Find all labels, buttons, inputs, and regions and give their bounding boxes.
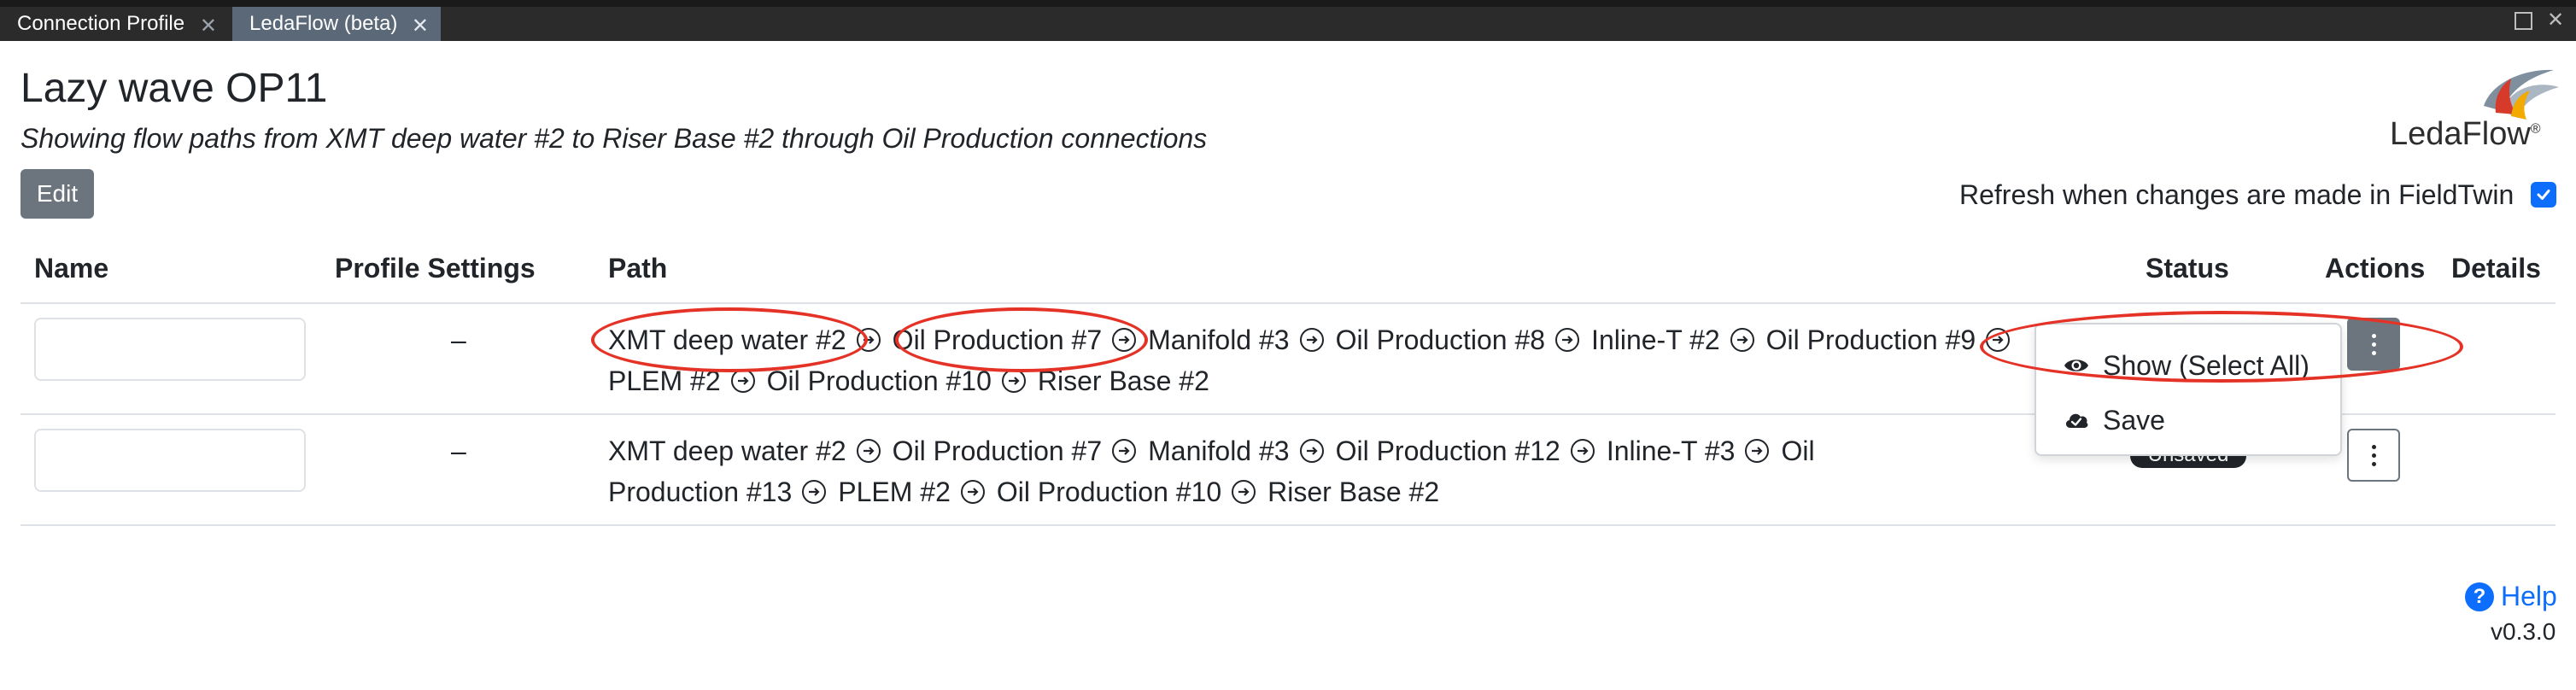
path-node: Oil Production #7 [892, 436, 1103, 466]
arrow-right-circle-icon [730, 369, 755, 393]
arrow-right-circle-icon [856, 328, 881, 352]
tab-label: LedaFlow (beta) [249, 12, 398, 35]
tab-close-icon[interactable]: ✕ [200, 14, 217, 38]
eye-icon [2064, 360, 2088, 371]
path-node: XMT deep water #2 [608, 325, 846, 355]
actions-menu-button[interactable] [2347, 429, 2400, 482]
arrow-right-circle-icon [1299, 328, 1324, 352]
tab-close-icon[interactable]: ✕ [412, 14, 429, 38]
path-node: Oil Production #9 [1765, 325, 1976, 355]
kebab-icon [2371, 333, 2376, 355]
kebab-icon [2371, 444, 2376, 466]
path-node: Riser Base #2 [1037, 365, 1209, 396]
arrow-right-circle-icon [856, 439, 881, 463]
path-cell: XMT deep water #2 Oil Production #7 Manifo… [608, 430, 1941, 512]
arrow-right-circle-icon [1570, 439, 1595, 463]
arrow-right-circle-icon [1112, 328, 1137, 352]
help-label: Help [2501, 581, 2557, 611]
path-node: PLEM #2 [838, 477, 951, 507]
table-divider [20, 302, 2556, 304]
column-header-actions: Actions [2325, 253, 2426, 284]
version-label: v0.3.0 [2491, 618, 2556, 645]
help-link[interactable]: ? Help [2465, 581, 2557, 612]
path-node: PLEM #2 [608, 365, 721, 396]
arrow-right-circle-icon [960, 480, 985, 504]
path-node: Oil Production #7 [892, 325, 1103, 355]
arrow-right-circle-icon [1745, 439, 1770, 463]
arrow-right-circle-icon [1986, 328, 2011, 352]
menu-item-save[interactable]: Save [2064, 400, 2165, 441]
tab-label: Connection Profile [17, 12, 185, 35]
column-header-name: Name [34, 253, 109, 284]
close-icon[interactable]: ✕ [2545, 10, 2566, 31]
name-input[interactable] [34, 429, 306, 492]
help-icon: ? [2465, 582, 2494, 611]
column-header-status: Status [2146, 253, 2229, 284]
check-icon [2537, 190, 2550, 200]
edit-button[interactable]: Edit [20, 169, 94, 219]
path-node: Inline-T #2 [1591, 325, 1720, 355]
name-input[interactable] [34, 318, 306, 381]
menu-item-label: Show (Select All) [2103, 349, 2310, 381]
arrow-right-circle-icon [802, 480, 827, 504]
page-title: Lazy wave OP11 [20, 66, 328, 111]
path-cell: XMT deep water #2 Oil Production #7 Manifo… [608, 319, 2070, 401]
window-top-strip [0, 0, 2576, 7]
maximize-icon[interactable] [2513, 10, 2533, 31]
page-subtitle: Showing flow paths from XMT deep water #… [20, 123, 1208, 154]
tab-bar: Connection Profile ✕ LedaFlow (beta) ✕ ✕ [0, 0, 2576, 41]
path-node: XMT deep water #2 [608, 436, 846, 466]
actions-menu-button[interactable] [2347, 318, 2400, 371]
path-node: Riser Base #2 [1268, 477, 1440, 507]
column-header-path: Path [608, 253, 668, 284]
menu-item-label: Save [2103, 404, 2165, 436]
path-node: Manifold #3 [1148, 436, 1290, 466]
tab-connection-profile[interactable]: Connection Profile ✕ [0, 7, 229, 41]
profile-settings-value: – [451, 436, 466, 466]
cloud-check-icon [2065, 413, 2088, 428]
arrow-right-circle-icon [1555, 328, 1580, 352]
path-node: Oil Production #12 [1335, 436, 1560, 466]
tab-ledaflow[interactable]: LedaFlow (beta) ✕ [232, 7, 441, 41]
path-node: Oil Production #8 [1335, 325, 1546, 355]
arrow-right-circle-icon [1232, 480, 1256, 504]
profile-settings-value: – [451, 325, 466, 355]
arrow-right-circle-icon [1299, 439, 1324, 463]
refresh-label: Refresh when changes are made in FieldTw… [1959, 179, 2515, 210]
arrow-right-circle-icon [1001, 369, 1026, 393]
path-node: Manifold #3 [1148, 325, 1290, 355]
arrow-right-circle-icon [1730, 328, 1754, 352]
refresh-checkbox[interactable] [2531, 182, 2556, 208]
logo-text: LedaFlow [2390, 116, 2531, 152]
arrow-right-circle-icon [1112, 439, 1137, 463]
actions-dropdown-menu: Show (Select All) Save [2034, 323, 2342, 456]
column-header-profile-settings: Profile Settings [335, 253, 536, 284]
column-header-details: Details [2451, 253, 2541, 284]
path-node: Oil Production #10 [766, 365, 992, 396]
menu-item-show-select-all[interactable]: Show (Select All) [2064, 345, 2310, 386]
path-node: Inline-T #3 [1606, 436, 1736, 466]
logo-registered-mark: ® [2530, 121, 2541, 137]
path-node: Oil Production #10 [996, 477, 1222, 507]
table-divider [20, 524, 2556, 526]
ledaflow-logo-text: LedaFlow® [2390, 116, 2541, 153]
